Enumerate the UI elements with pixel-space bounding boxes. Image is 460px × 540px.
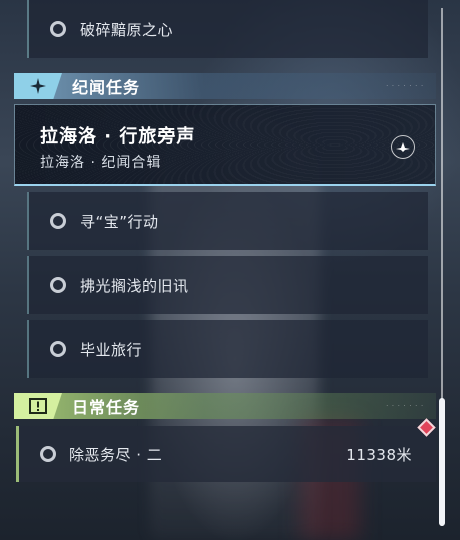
featured-quest-title: 拉海洛 · 行旅旁声 [40,126,196,147]
section-header-lore[interactable]: 纪闻任务 · · · · · · · [14,73,436,99]
quest-status-ring-icon [40,446,56,462]
quest-label: 破碎黯原之心 [80,20,174,39]
section-header-daily[interactable]: 日常任务 · · · · · · · [14,393,436,419]
quest-item-old-news[interactable]: 拂光搁浅的旧讯 [27,256,428,314]
section-deco-text: · · · · · · · [386,82,424,90]
quest-status-ring-icon [50,213,66,229]
quest-item-graduation-trip[interactable]: 毕业旅行 [27,320,428,378]
featured-quest-subtitle: 拉海洛 · 纪闻合辑 [40,155,162,171]
section-title: 纪闻任务 [72,78,141,97]
quest-label: 毕业旅行 [80,340,143,359]
section-title: 日常任务 [72,398,141,417]
quest-status-ring-icon [50,341,66,357]
quest-item-treasure[interactable]: 寻“宝”行动 [27,192,428,250]
quest-label: 除恶务尽 · 二 [69,445,163,464]
sparkle-star-icon [14,73,62,99]
quest-distance: 11338米 [346,445,412,464]
exclamation-box-icon [14,393,62,419]
quest-status-ring-icon [50,21,66,37]
quest-label: 拂光搁浅的旧讯 [80,276,189,295]
quest-status-ring-icon [50,277,66,293]
featured-quest-card[interactable]: 拉海洛 · 行旅旁声 拉海洛 · 纪闻合辑 [14,104,436,186]
quest-label: 寻“宝”行动 [80,212,159,231]
section-deco-text: · · · · · · · [386,402,424,410]
compass-emblem-icon [391,135,415,159]
quest-item-daily-eliminate[interactable]: 除恶务尽 · 二 11338米 [16,426,436,482]
quest-item-broken-heart[interactable]: 破碎黯原之心 [27,0,428,58]
scrollbar-thumb[interactable] [439,398,445,526]
